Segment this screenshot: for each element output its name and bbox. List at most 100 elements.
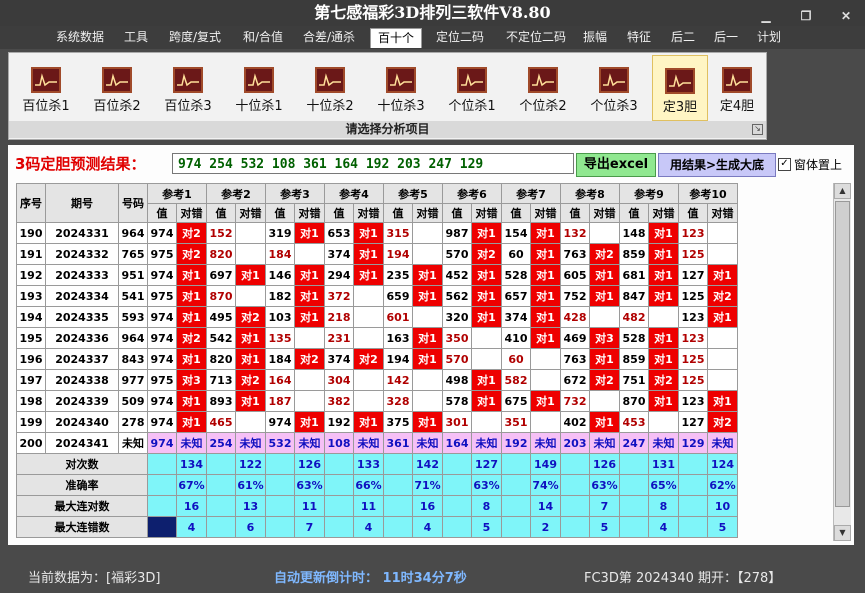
topmost-toggle[interactable]: ✓ 窗体置上 — [778, 153, 842, 175]
analysis-button[interactable]: 个位杀2 — [510, 55, 576, 119]
stats-blank-cell — [324, 516, 354, 538]
menu-item[interactable]: 系统数据 — [52, 28, 108, 47]
value-cell: 893 — [206, 390, 236, 412]
prediction-label: 3码定胆预测结果： — [15, 155, 146, 173]
table-row[interactable]: 196 2024337 843 974 对1 820 对1 184 对2 374 对2 194 对1 57… — [16, 348, 738, 370]
stats-value-cell: 124 — [707, 453, 738, 475]
menu-item[interactable]: 计划 — [752, 28, 786, 47]
menu-item[interactable]: 跨度/复式 — [162, 28, 228, 47]
value-cell: 123 — [678, 306, 708, 328]
stats-value-cell: 63% — [471, 474, 502, 496]
scroll-thumb[interactable] — [835, 201, 850, 507]
number-cell: 951 — [118, 264, 148, 286]
period-cell: 2024332 — [45, 243, 119, 265]
result-cell: 对1 — [471, 264, 502, 286]
stats-value-cell: 8 — [648, 495, 679, 517]
vertical-scrollbar[interactable]: ▲ ▼ — [833, 183, 851, 541]
result-cell: 对1 — [589, 411, 620, 433]
table-row[interactable]: 197 2024338 977 975 对3 713 对2 164 304 142 498 对1 582… — [16, 369, 738, 391]
value-cell: 123 — [678, 327, 708, 349]
value-cell: 60 — [501, 243, 531, 265]
analysis-button[interactable]: 十位杀2 — [297, 55, 363, 119]
analysis-button[interactable]: 百位杀2 — [84, 55, 150, 119]
analysis-button[interactable]: 十位杀1 — [226, 55, 292, 119]
scroll-up-icon[interactable]: ▲ — [834, 183, 851, 199]
table-row[interactable]: 199 2024340 278 974 对1 465 974 对1 192 对1 375 对1 301 3… — [16, 411, 738, 433]
table-row[interactable]: 191 2024332 765 975 对2 820 184 374 对1 194 570 对2 60 对… — [16, 243, 738, 265]
stats-blank-cell — [501, 495, 531, 517]
table-row[interactable]: 195 2024336 964 974 对2 542 对1 135 231 163 对1 350 410… — [16, 327, 738, 349]
period-cell: 2024336 — [45, 327, 119, 349]
scroll-down-icon[interactable]: ▼ — [834, 525, 851, 541]
menu-item[interactable]: 百十个 — [370, 28, 422, 48]
stats-blank-cell — [206, 474, 236, 496]
result-cell: 对1 — [530, 306, 561, 328]
table-row[interactable]: 190 2024331 964 974 对2 152 319 对1 653 对1 315 987 对1 1… — [16, 222, 738, 244]
col-header-group: 参考10 — [678, 183, 738, 204]
analysis-button[interactable]: 十位杀3 — [368, 55, 434, 119]
result-cell: 对1 — [412, 264, 443, 286]
checkbox-icon[interactable]: ✓ — [778, 157, 791, 171]
analysis-button[interactable]: 百位杀3 — [155, 55, 221, 119]
predicted-result-cell: 未知 — [471, 432, 502, 454]
value-cell: 974 — [147, 264, 177, 286]
table-row[interactable]: 192 2024333 951 974 对1 697 对1 146 对1 294 对1 235 对1 45… — [16, 264, 738, 286]
menu-item[interactable]: 定位二码 — [428, 28, 492, 47]
stats-blank-cell — [265, 495, 295, 517]
period-cell: 2024335 — [45, 306, 119, 328]
menu-item[interactable]: 合差/通杀 — [296, 28, 362, 47]
value-cell: 974 — [147, 348, 177, 370]
col-header-value: 值 — [560, 203, 590, 223]
prediction-row[interactable]: 200 2024341 未知 974 未知 254 未知 532 未知 108 未知 361 未知 164… — [16, 432, 738, 454]
result-cell — [589, 390, 620, 412]
chart-icon — [722, 67, 752, 93]
result-cell — [589, 222, 620, 244]
stats-blank-cell — [678, 516, 708, 538]
value-cell: 975 — [147, 243, 177, 265]
predicted-value-cell: 361 — [383, 432, 413, 454]
menu-item[interactable]: 特征 — [620, 28, 658, 47]
value-cell: 542 — [206, 327, 236, 349]
analysis-button[interactable]: 定3胆 — [652, 55, 708, 121]
expand-icon[interactable]: ↘ — [752, 124, 763, 135]
menu-item[interactable]: 工具 — [118, 28, 154, 47]
value-cell: 847 — [619, 285, 649, 307]
prediction-result-field[interactable]: 974 254 532 108 361 164 192 203 247 129 — [172, 153, 574, 174]
value-cell: 127 — [678, 264, 708, 286]
result-cell: 对1 — [648, 243, 679, 265]
results-table: 序号 期号 号码 参考1 参考2 参考3 参考4 参考5 参考6 参考7 参考8 参考9 参考10 值对错… — [16, 183, 738, 538]
stats-blank-cell — [206, 495, 236, 517]
result-cell: 对2 — [235, 306, 266, 328]
menu-item[interactable]: 振幅 — [576, 28, 614, 47]
result-cell — [707, 222, 738, 244]
table-row[interactable]: 198 2024339 509 974 对1 893 对1 187 382 328 578 对1 675… — [16, 390, 738, 412]
col-header-value: 值 — [619, 203, 649, 223]
analysis-button[interactable]: 个位杀1 — [439, 55, 505, 119]
value-cell: 578 — [442, 390, 472, 412]
stats-blank-cell — [619, 453, 649, 475]
result-cell: 对2 — [176, 327, 207, 349]
update-countdown: 自动更新倒计时： 11时34分7秒 — [274, 571, 467, 586]
value-cell: 231 — [324, 327, 354, 349]
table-row[interactable]: 194 2024335 593 974 对1 495 对2 103 对1 218 601 320 对1 3… — [16, 306, 738, 328]
seq-cell: 193 — [16, 285, 46, 307]
analysis-ribbon: 请选择分析项目 ↘ 百位杀1 百位杀2 百位杀3 十位杀1 十位杀2 十位杀3 个位杀1 个位… — [8, 52, 767, 140]
result-cell: 对3 — [176, 369, 207, 391]
analysis-button[interactable]: 百位杀1 — [13, 55, 79, 119]
stats-value-cell: 4 — [648, 516, 679, 538]
predicted-value-cell: 129 — [678, 432, 708, 454]
value-cell: 192 — [324, 411, 354, 433]
table-row[interactable]: 193 2024334 541 975 对1 870 182 对1 372 659 对1 562 对1 6… — [16, 285, 738, 307]
stats-row: 对次数 134 122 126 133 142 127 149 126 131 124 — [16, 453, 738, 475]
col-header-group: 参考5 — [383, 183, 443, 204]
menu-item[interactable]: 后二 — [666, 28, 700, 47]
export-excel-button[interactable]: 导出excel — [576, 153, 656, 177]
generate-base-button[interactable]: 用结果>生成大底 — [658, 153, 776, 177]
result-cell — [589, 306, 620, 328]
menu-item[interactable]: 不定位二码 — [498, 28, 574, 47]
analysis-button[interactable]: 个位杀3 — [581, 55, 647, 119]
menu-item[interactable]: 后一 — [708, 28, 744, 47]
number-cell: 278 — [118, 411, 148, 433]
menu-item[interactable]: 和/合值 — [236, 28, 290, 47]
analysis-button[interactable]: 定4胆 — [710, 55, 764, 119]
